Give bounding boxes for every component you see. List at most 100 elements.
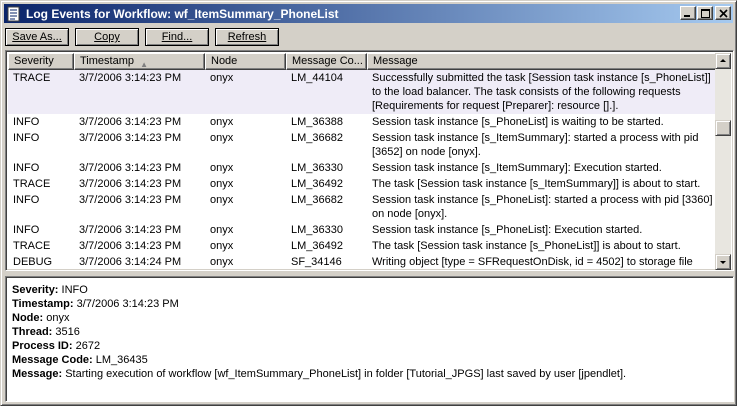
column-header-severity[interactable]: Severity xyxy=(8,53,74,70)
refresh-button[interactable]: Refresh xyxy=(215,28,279,46)
column-header-node[interactable]: Node xyxy=(205,53,286,70)
table-row[interactable]: INFO 3/7/2006 3:14:23 PM onyx LM_36330 Sessi… xyxy=(8,222,719,238)
maximize-button[interactable] xyxy=(697,6,713,20)
arrow-up-icon xyxy=(720,59,726,62)
cell-severity: TRACE xyxy=(13,72,51,84)
list-header: Severity Timestamp ▲ Node Message Co... M… xyxy=(8,53,719,70)
column-header-message-code[interactable]: Message Co... xyxy=(286,53,367,70)
cell-timestamp: 3/7/2006 3:14:24 PM xyxy=(79,256,182,268)
cell-severity: INFO xyxy=(13,116,40,128)
table-row[interactable]: INFO 3/7/2006 3:14:23 PM onyx LM_36388 Sessi… xyxy=(8,114,719,130)
column-header-message[interactable]: Message xyxy=(367,53,719,70)
table-row[interactable]: DEBUG 3/7/2006 3:14:24 PM onyx SF_34146 Writ… xyxy=(8,254,719,270)
cell-node: onyx xyxy=(210,116,234,128)
cell-node: onyx xyxy=(210,256,234,268)
column-label: Severity xyxy=(14,55,54,67)
cell-severity: DEBUG xyxy=(13,256,53,268)
detail-message-code: Message Code: LM_36435 xyxy=(12,353,733,367)
cell-node: onyx xyxy=(210,240,234,252)
detail-label: Timestamp: xyxy=(12,298,74,310)
cell-timestamp: 3/7/2006 3:14:23 PM xyxy=(79,72,182,84)
cell-severity: INFO xyxy=(13,162,40,174)
cell-node: onyx xyxy=(210,194,234,206)
cell-timestamp: 3/7/2006 3:14:23 PM xyxy=(79,116,182,128)
table-row[interactable]: TRACE 3/7/2006 3:14:23 PM onyx LM_36492 The … xyxy=(8,238,719,254)
close-button[interactable] xyxy=(715,6,731,20)
cell-node: onyx xyxy=(210,178,234,190)
cell-message: The task [Session task instance [s_Phone… xyxy=(372,240,681,252)
cell-node: onyx xyxy=(210,224,234,236)
cell-message-code: LM_36330 xyxy=(291,224,343,236)
cell-timestamp: 3/7/2006 3:14:23 PM xyxy=(79,194,182,206)
table-row[interactable]: INFO 3/7/2006 3:14:23 PM onyx LM_36682 Sessi… xyxy=(8,130,719,160)
detail-thread: Thread: 3516 xyxy=(12,325,733,339)
cell-message: Session task instance [s_PhoneList] is w… xyxy=(372,116,664,128)
detail-value: Starting execution of workflow [wf_ItemS… xyxy=(65,368,627,380)
minimize-icon xyxy=(684,15,690,17)
column-label: Message Co... xyxy=(292,55,363,67)
cell-node: onyx xyxy=(210,132,234,144)
detail-message: Message: Starting execution of workflow … xyxy=(12,367,733,381)
cell-timestamp: 3/7/2006 3:14:23 PM xyxy=(79,132,182,144)
table-row[interactable]: INFO 3/7/2006 3:14:23 PM onyx LM_36330 Sessi… xyxy=(8,160,719,176)
column-header-timestamp[interactable]: Timestamp ▲ xyxy=(74,53,205,70)
detail-severity: Severity: INFO xyxy=(12,283,733,297)
find-label: Find... xyxy=(161,31,193,43)
detail-value: 3516 xyxy=(55,326,80,338)
title-bar[interactable]: Log Events for Workflow: wf_ItemSummary_… xyxy=(4,4,733,23)
event-details-panel[interactable]: Severity: INFO Timestamp: 3/7/2006 3:14:… xyxy=(5,276,734,402)
cell-message: Session task instance [s_PhoneList]: sta… xyxy=(372,194,713,220)
find-button[interactable]: Find... xyxy=(145,28,209,46)
cell-message-code: LM_36492 xyxy=(291,178,343,190)
log-events-list[interactable]: Severity Timestamp ▲ Node Message Co... M… xyxy=(5,50,734,271)
table-row[interactable]: TRACE 3/7/2006 3:14:23 PM onyx LM_44104 Succ… xyxy=(8,70,719,114)
copy-label: Copy xyxy=(94,31,120,43)
cell-message: Session task instance [s_PhoneList]: Exe… xyxy=(372,224,643,236)
cell-message-code: LM_36682 xyxy=(291,194,343,206)
vertical-scrollbar[interactable] xyxy=(715,53,731,270)
detail-label: Thread: xyxy=(12,326,53,338)
cell-message: Successfully submitted the task [Session… xyxy=(372,72,711,112)
sort-ascending-icon: ▲ xyxy=(140,60,148,69)
table-row[interactable]: TRACE 3/7/2006 3:14:23 PM onyx LM_36492 The … xyxy=(8,176,719,192)
cell-timestamp: 3/7/2006 3:14:23 PM xyxy=(79,162,182,174)
cell-severity: TRACE xyxy=(13,178,51,190)
scroll-up-button[interactable] xyxy=(715,53,731,69)
arrow-down-icon xyxy=(720,261,726,264)
copy-button[interactable]: Copy xyxy=(75,28,139,46)
save-as-label: Save As... xyxy=(12,31,62,43)
detail-label: Severity: xyxy=(12,284,59,296)
cell-message-code: LM_36682 xyxy=(291,132,343,144)
column-label: Node xyxy=(211,55,238,67)
cell-timestamp: 3/7/2006 3:14:23 PM xyxy=(79,224,182,236)
cell-severity: INFO xyxy=(13,224,40,236)
cell-severity: INFO xyxy=(13,194,40,206)
detail-process-id: Process ID: 2672 xyxy=(12,339,733,353)
cell-message-code: LM_36330 xyxy=(291,162,343,174)
cell-message: Session task instance [s_ItemSummary]: s… xyxy=(372,132,699,158)
detail-value: 2672 xyxy=(75,340,101,352)
detail-value: INFO xyxy=(61,284,88,296)
cell-message-code: SF_34146 xyxy=(291,256,342,268)
detail-label: Process ID: xyxy=(12,340,73,352)
cell-message: Writing object [type = SFRequestOnDisk, … xyxy=(372,256,693,268)
cell-message-code: LM_44104 xyxy=(291,72,343,84)
detail-node: Node: onyx xyxy=(12,311,733,325)
cell-message: Session task instance [s_ItemSummary]: E… xyxy=(372,162,662,174)
refresh-label: Refresh xyxy=(227,31,267,43)
cell-node: onyx xyxy=(210,162,234,174)
cell-severity: INFO xyxy=(13,132,40,144)
scroll-down-button[interactable] xyxy=(715,254,731,270)
cell-timestamp: 3/7/2006 3:14:23 PM xyxy=(79,178,182,190)
save-as-button[interactable]: Save As... xyxy=(5,28,69,46)
column-label: Message xyxy=(373,55,418,67)
column-label: Timestamp xyxy=(80,55,134,67)
cell-message-code: LM_36492 xyxy=(291,240,343,252)
table-row[interactable]: INFO 3/7/2006 3:14:23 PM onyx LM_36682 Sessi… xyxy=(8,192,719,222)
cell-severity: TRACE xyxy=(13,240,51,252)
window-title: Log Events for Workflow: wf_ItemSummary_… xyxy=(26,6,339,21)
detail-label: Node: xyxy=(12,312,44,324)
minimize-button[interactable] xyxy=(680,6,696,20)
scroll-thumb[interactable] xyxy=(715,120,731,136)
detail-timestamp: Timestamp: 3/7/2006 3:14:23 PM xyxy=(12,297,733,311)
